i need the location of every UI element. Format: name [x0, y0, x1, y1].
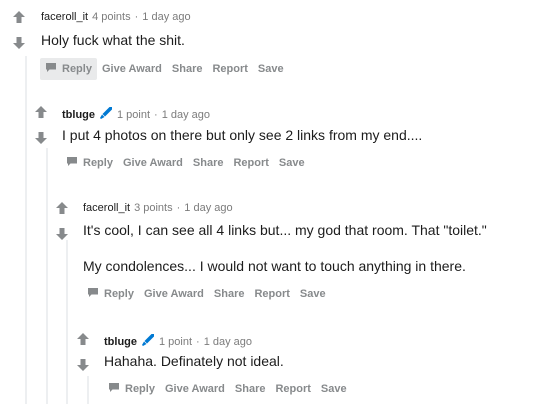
upvote-icon[interactable] — [12, 10, 26, 24]
give-award-button[interactable]: Give Award — [160, 379, 230, 399]
meta-separator: · — [134, 11, 139, 23]
share-button[interactable]: Share — [209, 284, 250, 304]
reply-label: Reply — [83, 157, 113, 169]
give-award-button[interactable]: Give Award — [118, 153, 188, 173]
comment-points: 1 point — [159, 335, 193, 348]
share-button[interactable]: Share — [188, 153, 229, 173]
comment-body: My condolences... I would not want to to… — [83, 258, 466, 274]
comment-author[interactable]: faceroll_it — [41, 11, 88, 23]
downvote-icon[interactable] — [12, 36, 26, 50]
save-button[interactable]: Save — [253, 59, 289, 79]
comment-time[interactable]: 1 day ago — [162, 109, 210, 121]
comment-meta: faceroll_it 4 points · 1 day ago — [41, 11, 191, 23]
reply-icon — [87, 287, 99, 301]
upvote-icon[interactable] — [34, 105, 48, 119]
comment-actions: Reply Give Award Share Report Save — [40, 58, 289, 80]
comment-time[interactable]: 1 day ago — [142, 11, 190, 23]
comment-meta: faceroll_it 3 points · 1 day ago — [83, 202, 233, 214]
downvote-icon[interactable] — [55, 227, 69, 241]
comment-points: 1 point — [117, 108, 151, 121]
report-button[interactable]: Report — [228, 153, 273, 173]
reply-button[interactable]: Reply — [40, 58, 97, 80]
report-button[interactable]: Report — [207, 59, 252, 79]
comment-actions: Reply Give Award Share Report Save — [82, 283, 331, 305]
comment-body: Holy fuck what the shit. — [41, 32, 185, 48]
meta-separator: · — [196, 335, 200, 348]
meta-separator: · — [176, 202, 181, 214]
save-button[interactable]: Save — [316, 379, 352, 399]
upvote-icon[interactable] — [55, 201, 69, 215]
share-button[interactable]: Share — [230, 379, 271, 399]
reply-label: Reply — [62, 63, 92, 75]
thread-line[interactable] — [66, 240, 68, 404]
comment-points: 3 points — [134, 202, 173, 214]
flair-icon — [99, 106, 113, 123]
thread-line[interactable] — [25, 56, 27, 404]
comment-time[interactable]: 1 day ago — [184, 202, 232, 214]
comment-meta: tbluge 1 point · 1 day ago — [62, 106, 210, 123]
comment-body: It's cool, I can see all 4 links but... … — [83, 222, 487, 238]
give-award-button[interactable]: Give Award — [97, 59, 167, 79]
meta-separator: · — [154, 108, 158, 121]
report-button[interactable]: Report — [270, 379, 315, 399]
comment-body: I put 4 photos on there but only see 2 l… — [62, 127, 423, 143]
thread-line[interactable] — [87, 376, 89, 404]
comment-meta: tbluge 1 point · 1 day ago — [104, 333, 252, 350]
downvote-icon[interactable] — [76, 358, 90, 372]
comment-points: 4 points — [92, 11, 131, 23]
reply-button[interactable]: Reply — [103, 378, 160, 400]
comment-author[interactable]: tbluge — [62, 109, 95, 121]
reply-icon — [66, 156, 78, 170]
reply-button[interactable]: Reply — [61, 152, 118, 174]
save-button[interactable]: Save — [295, 284, 331, 304]
downvote-icon[interactable] — [34, 131, 48, 145]
save-button[interactable]: Save — [274, 153, 310, 173]
reply-icon — [108, 382, 120, 396]
reply-label: Reply — [104, 288, 134, 300]
flair-icon — [141, 333, 155, 350]
comment-author[interactable]: faceroll_it — [83, 202, 130, 214]
thread-line[interactable] — [46, 148, 48, 404]
comment-time[interactable]: 1 day ago — [204, 336, 252, 348]
comment-actions: Reply Give Award Share Report Save — [103, 378, 352, 400]
reply-button[interactable]: Reply — [82, 283, 139, 305]
comment-body: Hahaha. Definately not ideal. — [104, 353, 284, 369]
reply-icon — [45, 62, 57, 76]
upvote-icon[interactable] — [76, 332, 90, 346]
give-award-button[interactable]: Give Award — [139, 284, 209, 304]
report-button[interactable]: Report — [249, 284, 294, 304]
comment-author[interactable]: tbluge — [104, 336, 137, 348]
comment-actions: Reply Give Award Share Report Save — [61, 152, 310, 174]
reply-label: Reply — [125, 383, 155, 395]
share-button[interactable]: Share — [167, 59, 208, 79]
